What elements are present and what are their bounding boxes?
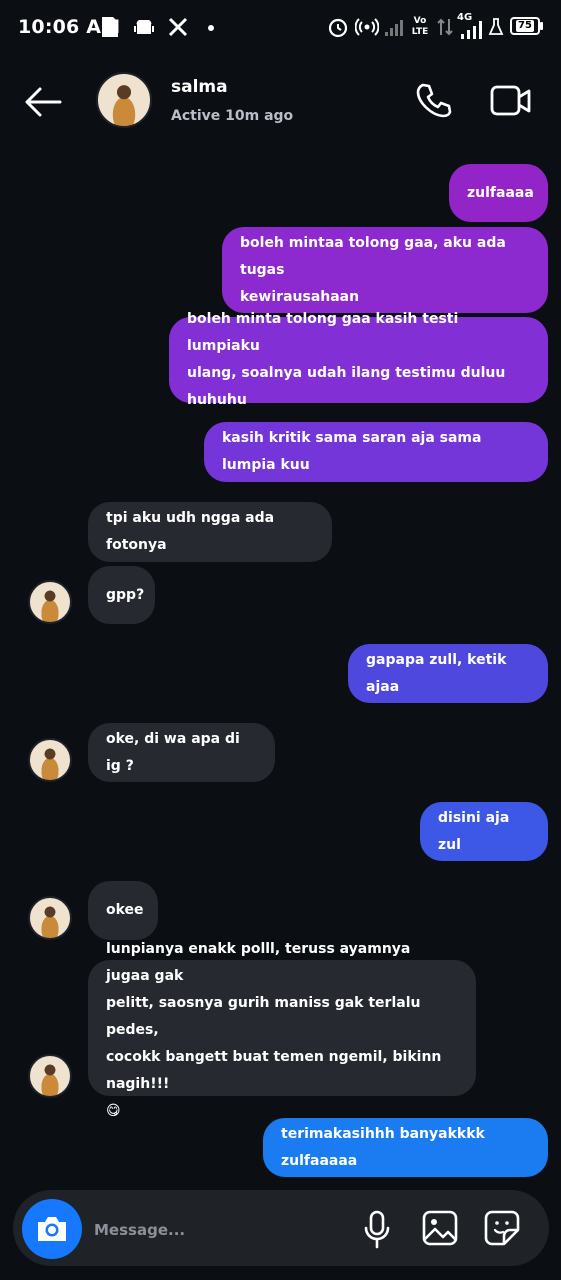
message-bubble-outgoing[interactable]: zulfaaaa [449,164,548,222]
message-text: boleh minta tolong gaa kasih testi lumpi… [187,311,506,408]
x-app-icon [165,14,191,40]
file-icon [99,14,121,40]
message-text: kasih kritik sama saran aja sama lumpia … [222,430,487,473]
battery-level: 75 [516,20,534,32]
message-text: okee [106,902,144,918]
flask-icon [486,14,506,40]
message-bubble-outgoing[interactable]: kasih kritik sama saran aja sama lumpia … [204,422,548,482]
message-bubble-outgoing[interactable]: boleh minta tolong gaa kasih testi lumpi… [169,311,548,408]
message-text: oke, di wa apa di ig ? [106,730,245,774]
message-bubble-incoming[interactable]: oke, di wa apa di ig ? [88,723,275,782]
message-input[interactable] [92,1212,346,1248]
data-arrows-icon [435,14,455,40]
back-arrow-icon[interactable] [22,82,64,122]
presence-status: Active 10m ago [171,108,294,124]
message-bubble-incoming[interactable]: lunpianya enakk polll, teruss ayamnya ju… [88,941,476,1119]
message-bubble-incoming[interactable]: gpp? [88,566,155,624]
battery-tip [540,22,543,30]
alarm-icon [325,14,351,40]
contact-name[interactable]: salma [171,77,228,97]
volte-label: Vo LTE [411,16,429,37]
message-text: gapapa zull, ketik ajaa [366,651,512,695]
message-text: tpi aku udh ngga ada fotonya [106,510,279,553]
message-text: lunpianya enakk polll, teruss ayamnya ju… [106,940,442,1119]
message-bubble-outgoing[interactable]: boleh mintaa tolong gaa, aku ada tugas k… [222,227,548,313]
message-text: terimakasihhh banyakkkk zulfaaaaa [281,1125,490,1169]
message-bubble-incoming[interactable]: tpi aku udh ngga ada fotonya [88,502,332,562]
sender-avatar[interactable] [28,896,72,940]
sender-avatar[interactable] [28,1054,72,1098]
message-text: boleh mintaa tolong gaa, aku ada tugas k… [240,234,506,305]
message-bubble-outgoing[interactable]: gapapa zull, ketik ajaa [348,644,548,703]
sender-avatar[interactable] [28,580,72,624]
message-text: zulfaaaa [467,184,534,201]
message-bubble-outgoing[interactable]: disini aja zul [420,802,548,861]
message-text: disini aja zul [438,809,515,853]
phone-icon[interactable] [413,80,453,120]
signal-strong-icon [458,16,484,42]
camera-button[interactable] [22,1199,82,1259]
message-bubble-incoming[interactable]: okee [88,881,158,940]
battery-icon: 75 [510,17,540,35]
message-text: gpp? [106,586,145,603]
android-icon [130,14,158,40]
notification-dot [208,25,214,31]
camera-icon [38,1217,66,1241]
video-call-icon[interactable] [489,82,533,120]
message-bubble-outgoing[interactable]: terimakasihhh banyakkkk zulfaaaaa [263,1118,548,1177]
hotspot-icon [354,14,380,40]
signal-weak-icon [383,14,407,40]
gallery-icon[interactable] [420,1208,460,1248]
sticker-icon[interactable] [482,1208,522,1248]
microphone-icon[interactable] [361,1208,393,1250]
contact-avatar[interactable] [96,72,152,128]
sender-avatar[interactable] [28,738,72,782]
status-bar: 10:06 AM Vo LTE 4G 75 [0,0,561,56]
